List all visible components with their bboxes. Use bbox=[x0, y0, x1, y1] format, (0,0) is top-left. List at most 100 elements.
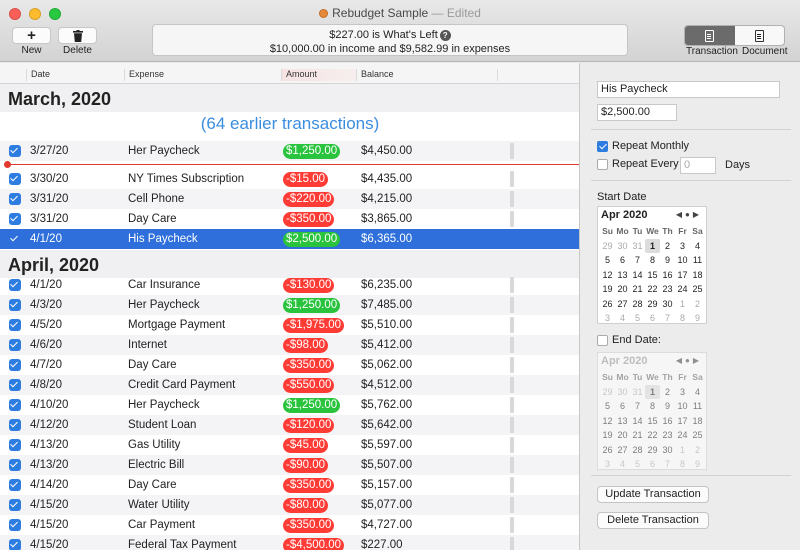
calendar-day[interactable]: 22 bbox=[645, 282, 660, 297]
calendar-day[interactable]: 28 bbox=[630, 443, 645, 458]
calendar-day[interactable]: 3 bbox=[675, 239, 690, 254]
calendar-today-icon[interactable]: ● bbox=[685, 210, 693, 219]
table-row[interactable]: 4/1/20 Car Insurance -$130.00 $6,235.00 bbox=[0, 275, 579, 295]
end-date-checkbox[interactable] bbox=[597, 335, 608, 346]
calendar-day[interactable]: 6 bbox=[615, 253, 630, 268]
row-checkbox[interactable] bbox=[9, 399, 21, 411]
calendar-day[interactable]: 18 bbox=[690, 268, 705, 283]
calendar-day[interactable]: 25 bbox=[690, 428, 705, 443]
column-header-balance[interactable]: Balance bbox=[356, 69, 394, 81]
calendar-prev-icon[interactable]: ◀ bbox=[676, 210, 685, 219]
table-row[interactable]: 3/27/20 Her Paycheck $1,250.00 $4,450.00 bbox=[0, 141, 579, 161]
calendar-day[interactable]: 12 bbox=[600, 414, 615, 429]
row-checkbox[interactable] bbox=[9, 379, 21, 391]
calendar-day[interactable]: 6 bbox=[615, 399, 630, 414]
transaction-amount-field[interactable]: $2,500.00 bbox=[597, 104, 677, 121]
table-row[interactable]: 4/14/20 Day Care -$350.00 $5,157.00 bbox=[0, 475, 579, 495]
column-header-date[interactable]: Date bbox=[26, 69, 50, 81]
calendar-day[interactable]: 5 bbox=[600, 399, 615, 414]
row-checkbox[interactable] bbox=[9, 299, 21, 311]
calendar-day[interactable]: 5 bbox=[600, 253, 615, 268]
table-row[interactable]: 4/12/20 Student Loan -$120.00 $5,642.00 bbox=[0, 415, 579, 435]
document-view-button[interactable] bbox=[735, 26, 785, 45]
update-transaction-button[interactable]: Update Transaction bbox=[597, 486, 709, 503]
calendar-day[interactable]: 7 bbox=[630, 253, 645, 268]
new-button[interactable]: + bbox=[12, 27, 51, 44]
row-checkbox[interactable] bbox=[9, 359, 21, 371]
calendar-day[interactable]: 10 bbox=[675, 399, 690, 414]
calendar-day[interactable]: 20 bbox=[615, 282, 630, 297]
table-row[interactable]: 4/5/20 Mortgage Payment -$1,975.00 $5,510.0… bbox=[0, 315, 579, 335]
table-row[interactable]: 3/31/20 Cell Phone -$220.00 $4,215.00 bbox=[0, 189, 579, 209]
row-checkbox[interactable] bbox=[9, 459, 21, 471]
calendar-day[interactable]: 11 bbox=[690, 253, 705, 268]
calendar-day[interactable]: 9 bbox=[690, 457, 705, 472]
calendar-day[interactable]: 4 bbox=[615, 311, 630, 326]
table-row[interactable]: 4/3/20 Her Paycheck $1,250.00 $7,485.00 bbox=[0, 295, 579, 315]
calendar-day[interactable]: 19 bbox=[600, 428, 615, 443]
table-row[interactable]: 4/13/20 Gas Utility -$45.00 $5,597.00 bbox=[0, 435, 579, 455]
calendar-day[interactable]: 3 bbox=[600, 457, 615, 472]
calendar-day[interactable]: 2 bbox=[690, 297, 705, 312]
table-row[interactable]: 3/30/20 NY Times Subscription -$15.00 $4,43… bbox=[0, 169, 579, 189]
calendar-day[interactable]: 21 bbox=[630, 282, 645, 297]
table-row[interactable]: 4/15/20 Car Payment -$350.00 $4,727.00 bbox=[0, 515, 579, 535]
calendar-day[interactable]: 23 bbox=[660, 282, 675, 297]
calendar-day[interactable]: 27 bbox=[615, 297, 630, 312]
calendar-day[interactable]: 28 bbox=[630, 297, 645, 312]
calendar-day[interactable]: 18 bbox=[690, 414, 705, 429]
calendar-day[interactable]: 1 bbox=[675, 297, 690, 312]
earlier-transactions-link[interactable]: (64 earlier transactions) bbox=[0, 112, 579, 138]
calendar-day[interactable]: 24 bbox=[675, 428, 690, 443]
calendar-day[interactable]: 27 bbox=[615, 443, 630, 458]
calendar-day[interactable]: 17 bbox=[675, 268, 690, 283]
row-checkbox[interactable] bbox=[9, 145, 21, 157]
calendar-day[interactable]: 1 bbox=[645, 238, 660, 253]
row-checkbox[interactable] bbox=[9, 479, 21, 491]
calendar-day[interactable]: 10 bbox=[675, 253, 690, 268]
row-checkbox[interactable] bbox=[9, 193, 21, 205]
table-row[interactable]: 4/10/20 Her Paycheck $1,250.00 $5,762.00 bbox=[0, 395, 579, 415]
delete-button[interactable] bbox=[58, 27, 97, 44]
calendar-day[interactable]: 2 bbox=[690, 443, 705, 458]
calendar-day[interactable]: 4 bbox=[615, 457, 630, 472]
row-checkbox[interactable] bbox=[9, 519, 21, 531]
calendar-day[interactable]: 21 bbox=[630, 428, 645, 443]
calendar-day[interactable]: 7 bbox=[630, 399, 645, 414]
help-icon[interactable]: ? bbox=[439, 30, 451, 41]
calendar-day[interactable]: 30 bbox=[660, 297, 675, 312]
calendar-day[interactable]: 17 bbox=[675, 414, 690, 429]
transaction-name-field[interactable]: His Paycheck bbox=[597, 81, 780, 98]
repeat-monthly-checkbox[interactable] bbox=[597, 141, 608, 152]
calendar-day[interactable]: 29 bbox=[600, 239, 615, 254]
calendar-day[interactable]: 4 bbox=[690, 385, 705, 400]
calendar-day[interactable]: 26 bbox=[600, 297, 615, 312]
column-header-expense[interactable]: Expense bbox=[124, 69, 164, 81]
calendar-next-icon[interactable]: ▶ bbox=[693, 210, 702, 219]
calendar-day[interactable]: 7 bbox=[660, 457, 675, 472]
calendar-day[interactable]: 14 bbox=[630, 268, 645, 283]
calendar-day[interactable]: 14 bbox=[630, 414, 645, 429]
calendar-day[interactable]: 2 bbox=[660, 385, 675, 400]
calendar-day[interactable]: 9 bbox=[660, 399, 675, 414]
calendar-day[interactable]: 25 bbox=[690, 282, 705, 297]
calendar-day[interactable]: 8 bbox=[675, 457, 690, 472]
table-row[interactable]: 4/7/20 Day Care -$350.00 $5,062.00 bbox=[0, 355, 579, 375]
table-row[interactable]: 4/6/20 Internet -$98.00 $5,412.00 bbox=[0, 335, 579, 355]
row-checkbox[interactable] bbox=[9, 539, 21, 550]
calendar-day[interactable]: 9 bbox=[690, 311, 705, 326]
row-checkbox[interactable] bbox=[9, 233, 21, 245]
calendar-day[interactable]: 4 bbox=[690, 239, 705, 254]
calendar-day[interactable]: 29 bbox=[600, 385, 615, 400]
calendar-day[interactable]: 1 bbox=[675, 443, 690, 458]
calendar-day[interactable]: 15 bbox=[645, 414, 660, 429]
calendar-day[interactable]: 22 bbox=[645, 428, 660, 443]
calendar-day[interactable]: 20 bbox=[615, 428, 630, 443]
calendar-day[interactable]: 16 bbox=[660, 414, 675, 429]
table-row[interactable]: 4/15/20 Water Utility -$80.00 $5,077.00 bbox=[0, 495, 579, 515]
repeat-every-days-input[interactable]: 0 bbox=[680, 157, 716, 174]
calendar-day[interactable]: 31 bbox=[630, 239, 645, 254]
calendar-day[interactable]: 31 bbox=[630, 385, 645, 400]
row-checkbox[interactable] bbox=[9, 213, 21, 225]
calendar-day[interactable]: 8 bbox=[645, 399, 660, 414]
